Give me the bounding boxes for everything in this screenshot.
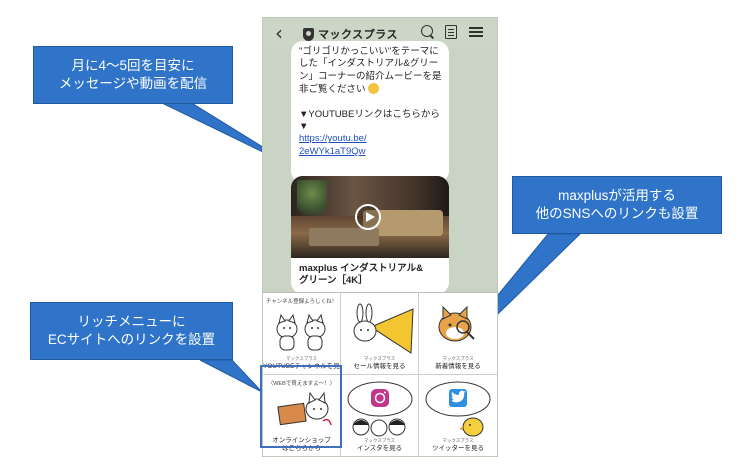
video-thumbnail[interactable]: [291, 176, 449, 258]
notes-icon[interactable]: [445, 25, 457, 39]
rich-menu-news[interactable]: マックスプラス 新着情報を見る: [419, 293, 497, 375]
callout-line: リッチメニューに: [77, 314, 186, 329]
message-line-text: 非ご覧ください: [299, 84, 366, 96]
youtube-link[interactable]: https://youtu.be/: [299, 133, 441, 145]
callout-line: 月に4～5回を目安に: [71, 58, 195, 73]
cell-brand: マックスプラス: [442, 356, 474, 361]
youtube-arrow: ▼: [299, 121, 309, 133]
cell-label: インスタを見る: [356, 445, 403, 452]
cell-brand: マックスプラス: [285, 356, 318, 361]
cell-brand: マックスプラス: [442, 438, 474, 443]
callout-rich-menu: リッチメニューに ECサイトへのリンクを設置: [30, 302, 233, 360]
message-line: ン」コーナーの紹介ムービーを是: [299, 70, 442, 82]
cat-magnifier-icon: [438, 305, 475, 342]
video-title-line: maxplus インダストリアル&: [299, 263, 423, 274]
callout-messaging: 月に4～5回を目安に メッセージや動画を配信: [33, 46, 233, 104]
callout-sns-links: maxplusが活用する 他のSNSへのリンクも設置: [512, 176, 722, 234]
rich-menu-instagram[interactable]: マックスプラス インスタを見る: [341, 375, 419, 456]
youtube-link-id[interactable]: 2eWYk1aT9Qw: [299, 146, 441, 158]
video-card[interactable]: maxplus インダストリアル& グリーン［4K］: [291, 176, 449, 294]
instagram-cloud-icon: [347, 381, 413, 437]
youtube-line: ▼YOUTUBEリンクはこちらから: [299, 108, 440, 120]
callout-line: maxplusが活用する: [558, 188, 676, 203]
message-line: 非ご覧ください: [299, 83, 441, 96]
message-bubble: "ゴリゴリかっこいい"をテーマに した「インダストリアル&グリー ン」コーナーの…: [291, 41, 449, 183]
message-line: した「インダストリアル&グリー: [299, 58, 439, 70]
message-line: "ゴリゴリかっこいい"をテーマに: [299, 46, 439, 57]
video-title: maxplus インダストリアル& グリーン［4K］: [291, 258, 449, 292]
rich-menu-sale[interactable]: マックスプラス セール情報を見る: [341, 293, 419, 375]
rich-menu-twitter[interactable]: マックスプラス ツイッターを見る: [419, 375, 497, 456]
cell-brand: マックスプラス: [363, 356, 396, 361]
cell-label: 新着情報を見る: [435, 363, 481, 370]
menu-icon[interactable]: [469, 25, 483, 39]
hand-emoji-icon: [367, 83, 379, 95]
rabbit-megaphone-icon: [353, 303, 414, 354]
callout-line: 他のSNSへのリンクも設置: [535, 206, 699, 221]
account-name: マックスプラス: [318, 29, 398, 41]
cell-label: ツイッターを見る: [432, 445, 484, 452]
cell-brand: マックスプラス: [363, 438, 396, 443]
cell-label: セール情報を見る: [353, 363, 406, 370]
video-title-line: グリーン［4K］: [299, 275, 368, 286]
pointer-bottom-left: [199, 359, 263, 393]
cats-illustration-icon: [276, 313, 326, 351]
back-button[interactable]: ‹: [275, 22, 283, 44]
verified-shield-icon: [303, 27, 314, 41]
callout-line: メッセージや動画を配信: [58, 76, 208, 91]
twitter-cloud-icon: [425, 381, 491, 437]
rich-menu-youtube[interactable]: チャンネル登録よろしくね！ マックスプラス YOUTUBEチャンネルを見る: [263, 293, 341, 375]
screenshot-stage: ‹ マックスプラス "ゴリゴリかっこいい"をテーマに した「インダストリアル&グ…: [0, 0, 750, 465]
callout-line: ECサイトへのリンクを設置: [47, 332, 216, 347]
search-icon[interactable]: [421, 25, 435, 39]
online-shop-highlight: [260, 365, 342, 448]
play-icon[interactable]: [355, 204, 381, 230]
account-title: マックスプラス: [303, 26, 398, 42]
